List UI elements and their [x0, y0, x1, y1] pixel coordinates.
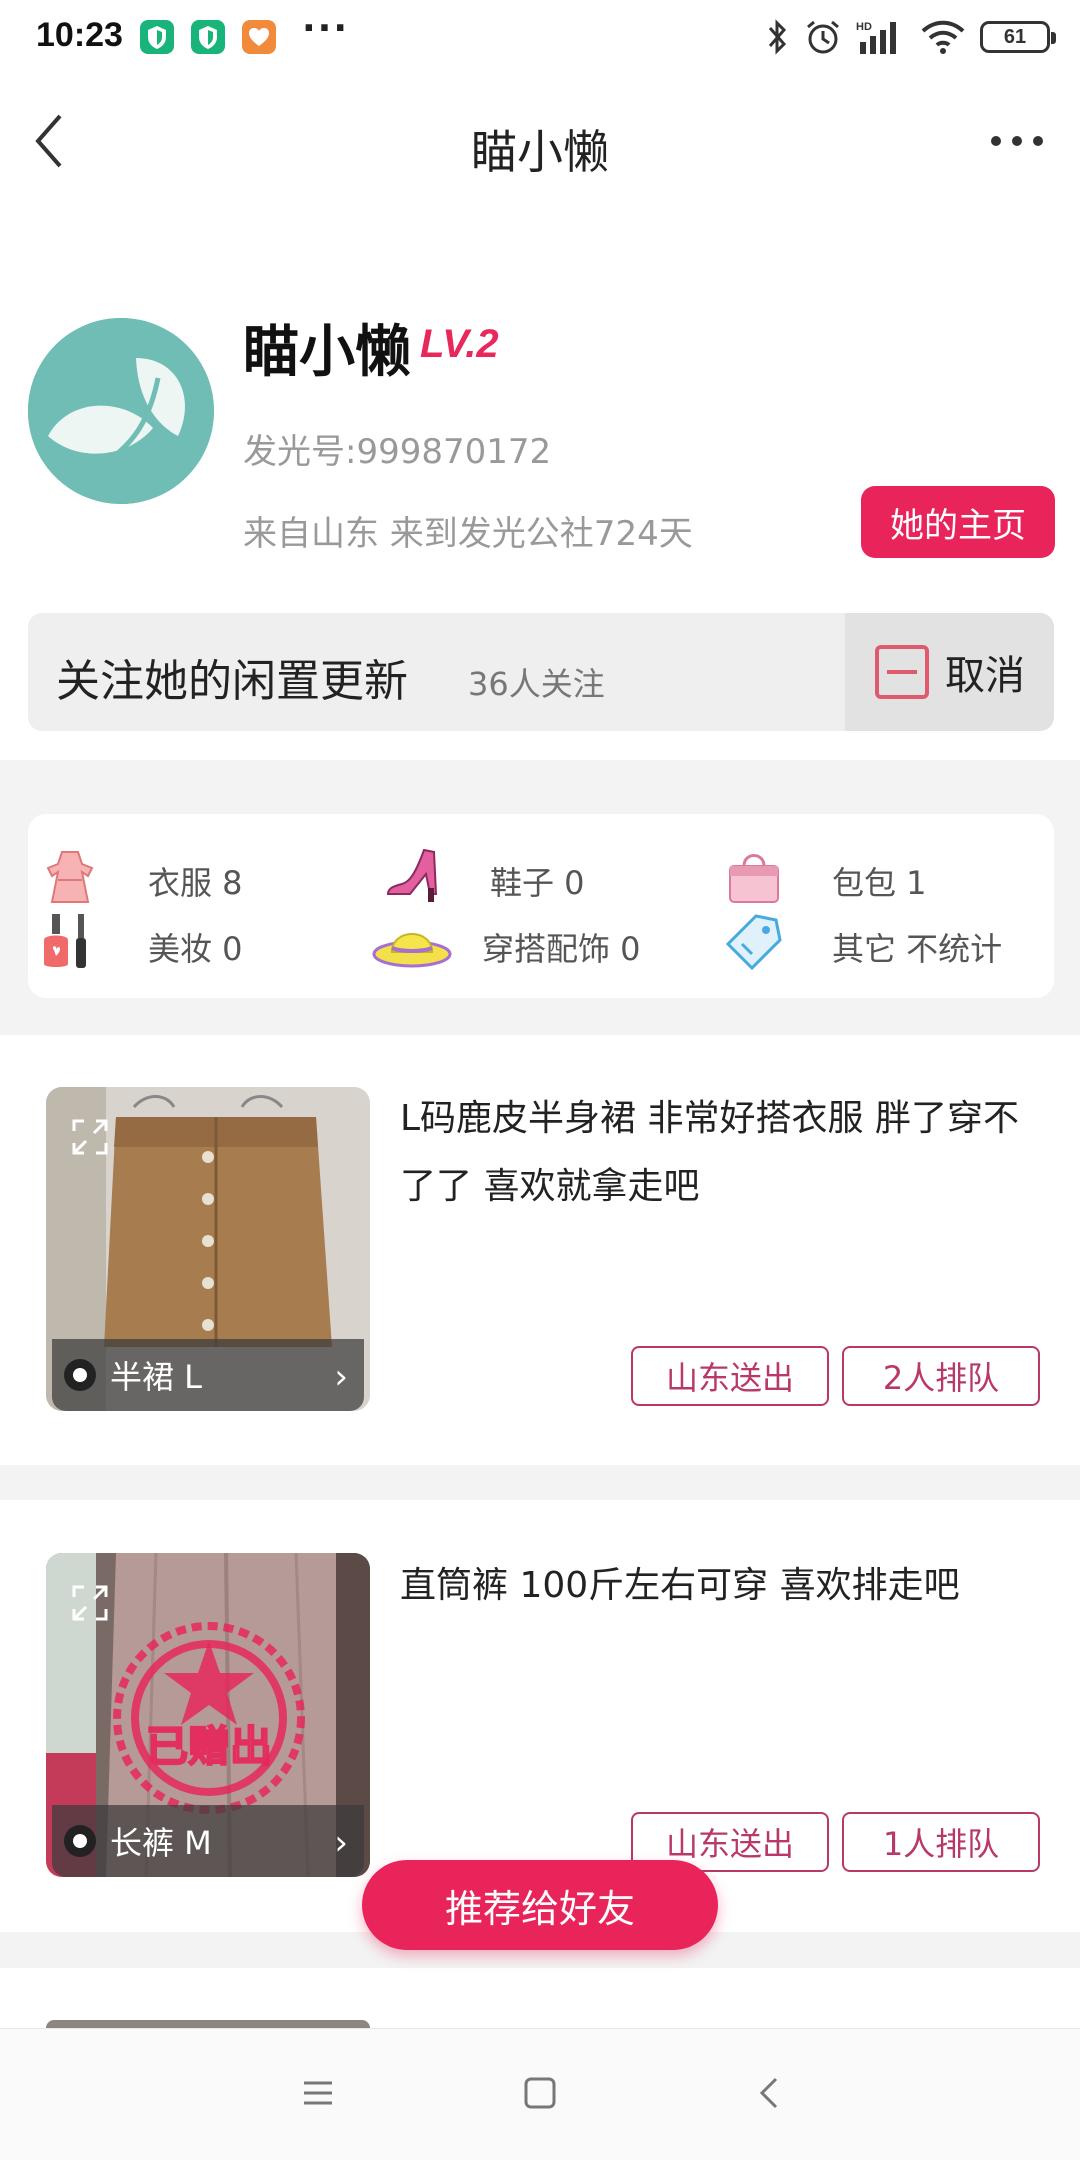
category-accessories[interactable]: 穿搭配饰 0	[372, 910, 641, 974]
follow-updates-text: 关注她的闲置更新	[56, 656, 408, 707]
location-tag[interactable]: 山东送出	[631, 1346, 829, 1406]
level-badge: LV.2	[420, 322, 499, 366]
profile-name: 瞄小懒	[243, 320, 411, 385]
bluetooth-icon	[768, 19, 787, 55]
more-dots: ···	[302, 8, 350, 49]
high-heel-icon	[386, 848, 438, 902]
category-label: 鞋子 0	[490, 864, 585, 902]
status-indicators: HD 61	[766, 14, 1056, 60]
menu-icon[interactable]	[300, 2075, 336, 2111]
thumbnail-label-bar[interactable]: 长裤 M ›	[52, 1805, 364, 1877]
signal-icon: HD	[856, 21, 896, 54]
category-makeup[interactable]: 美妆 0	[38, 910, 243, 974]
page-title: 瞄小懒	[471, 125, 609, 179]
shield-app-icon	[191, 20, 225, 54]
system-navigation-bar	[0, 2028, 1080, 2160]
cancel-label: 取消	[945, 653, 1025, 699]
listing-card[interactable]: 半裙 L › L码鹿皮半身裙 非常好搭衣服 胖了穿不了了 喜欢就拿走吧 山东送出…	[0, 1035, 1080, 1465]
listing-thumbnail[interactable]	[46, 2020, 370, 2028]
category-label: 穿搭配饰 0	[482, 930, 641, 968]
expand-icon[interactable]	[70, 1117, 110, 1157]
wifi-icon	[921, 20, 965, 54]
more-horizontal-icon[interactable]	[982, 116, 1052, 166]
category-shoes[interactable]: 鞋子 0	[380, 844, 585, 908]
minus-box-icon	[875, 645, 929, 699]
status-bar: 10:23 ··· HD 61	[0, 0, 1080, 76]
stamp-text: 已赠出	[146, 1722, 272, 1771]
category-label: 衣服 8	[148, 864, 243, 902]
expand-icon[interactable]	[70, 1583, 110, 1623]
sun-hat-icon	[372, 933, 452, 968]
cancel-follow-button[interactable]: 取消	[845, 613, 1054, 731]
gifted-stamp: 已赠出	[113, 1622, 305, 1814]
handbag-icon	[729, 854, 779, 903]
item-type-size: 长裤 M	[110, 1824, 212, 1862]
battery-icon: 61	[980, 21, 1056, 53]
alarm-icon	[807, 20, 839, 54]
category-clothes[interactable]: 衣服 8	[38, 844, 243, 908]
category-label: 美妆 0	[148, 930, 243, 968]
dress-icon	[46, 851, 94, 903]
svg-text:HD: HD	[856, 21, 872, 33]
top-nav: 瞄小懒	[0, 76, 1080, 206]
home-square-icon[interactable]	[522, 2075, 558, 2111]
chevron-right-icon: ›	[334, 1823, 348, 1863]
listing-card[interactable]	[0, 1968, 1080, 2028]
category-bags[interactable]: 包包 1	[722, 844, 927, 908]
category-label: 包包 1	[832, 864, 927, 902]
listing-thumbnail[interactable]: 已赠出 长裤 M ›	[46, 1553, 370, 1877]
listing-title[interactable]: L码鹿皮半身裙 非常好搭衣服 胖了穿不了了 喜欢就拿走吧	[400, 1085, 1040, 1221]
her-homepage-button[interactable]: 她的主页	[861, 486, 1055, 558]
category-stats-card: 衣服 8 鞋子 0 包包 1 美妆 0 穿搭配饰 0 其它 不统计	[28, 814, 1054, 998]
follower-count: 36人关注	[468, 665, 605, 703]
profile-origin: 来自山东 来到发光公社724天	[243, 514, 693, 554]
chevron-right-icon: ›	[334, 1357, 348, 1397]
avatar[interactable]	[28, 318, 214, 504]
thumbnail-label-bar[interactable]: 半裙 L ›	[52, 1339, 364, 1411]
follow-updates-bar: 关注她的闲置更新 36人关注 取消	[28, 613, 1054, 731]
profile-id: 发光号:999870172	[243, 432, 552, 472]
status-time: 10:23	[36, 16, 123, 54]
queue-tag[interactable]: 2人排队	[842, 1346, 1040, 1406]
listing-thumbnail[interactable]: 半裙 L ›	[46, 1087, 370, 1411]
record-dot-icon	[64, 1825, 96, 1857]
item-type-size: 半裙 L	[110, 1358, 203, 1396]
category-other[interactable]: 其它 不统计	[722, 910, 1002, 974]
listing-divider	[0, 1465, 1080, 1500]
shield-app-icon	[140, 20, 174, 54]
heart-app-icon	[242, 20, 276, 54]
system-back-icon[interactable]	[752, 2075, 788, 2111]
recommend-to-friend-button[interactable]: 推荐给好友	[362, 1860, 718, 1950]
record-dot-icon	[64, 1359, 96, 1391]
queue-tag[interactable]: 1人排队	[842, 1812, 1040, 1872]
tag-icon	[725, 914, 782, 971]
category-label: 其它 不统计	[832, 930, 1003, 968]
listing-title[interactable]: 直筒裤 100斤左右可穿 喜欢排走吧	[400, 1552, 1040, 1620]
nail-polish-icon	[44, 914, 86, 968]
